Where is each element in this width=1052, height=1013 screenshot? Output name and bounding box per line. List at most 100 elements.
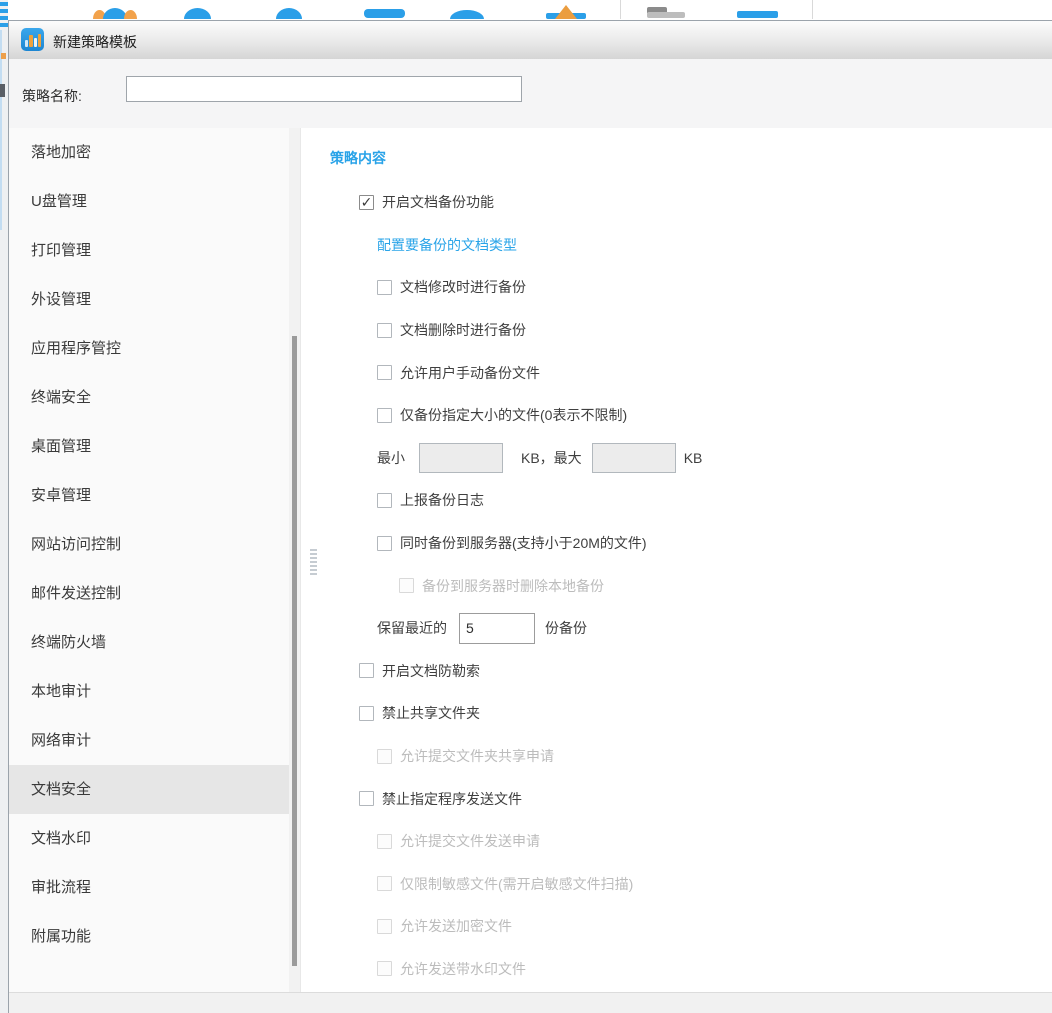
logo-stripes-icon [0, 9, 8, 13]
option-row-0: ✓开启文档备份功能 [301, 181, 1052, 224]
checkbox [399, 578, 414, 593]
checkbox-label: 文档修改时进行备份 [400, 277, 526, 297]
checkbox [377, 919, 392, 934]
sidebar-item-14[interactable]: 文档水印 [9, 814, 289, 863]
checkbox[interactable] [359, 791, 374, 806]
policy-options: ✓开启文档备份功能配置要备份的文档类型文档修改时进行备份文档删除时进行备份允许用… [301, 181, 1052, 990]
logo-stripes-icon [0, 2, 8, 6]
checkbox[interactable] [359, 663, 374, 678]
keep-recent-label: 保留最近的 [377, 618, 447, 638]
logo-stripes-icon [0, 23, 8, 27]
policy-name-input[interactable] [126, 76, 522, 102]
checkbox-label: 同时备份到服务器(支持小于20M的文件) [400, 533, 647, 553]
checkbox[interactable] [377, 323, 392, 338]
screen: 新建策略模板 策略名称: 落地加密U盘管理打印管理外设管理应用程序管控终端安全桌… [0, 0, 1052, 1013]
min-size-label: 最小 [377, 448, 405, 468]
option-row-17: 允许发送加密文件 [301, 905, 1052, 948]
checkbox-label: 禁止指定程序发送文件 [382, 789, 522, 809]
sidebar-scrollbar[interactable] [289, 128, 300, 993]
parent-window-edge [0, 0, 8, 1013]
sidebar-item-12[interactable]: 网络审计 [9, 716, 289, 765]
option-row-7: 上报备份日志 [301, 479, 1052, 522]
edge-fragment [0, 84, 5, 97]
logo-stripes-icon [0, 16, 8, 20]
sidebar-item-7[interactable]: 安卓管理 [9, 471, 289, 520]
checkbox[interactable] [359, 706, 374, 721]
checkbox-label: 开启文档防勒索 [382, 661, 480, 681]
option-row-9: 备份到服务器时删除本地备份 [301, 564, 1052, 607]
scrollbar-thumb[interactable] [292, 336, 297, 966]
checkbox [377, 876, 392, 891]
checkbox-label: 上报备份日志 [400, 490, 484, 510]
checkbox-label: 仅限制敏感文件(需开启敏感文件扫描) [400, 874, 633, 894]
sidebar-item-1[interactable]: U盘管理 [9, 177, 289, 226]
checkbox[interactable]: ✓ [359, 195, 374, 210]
option-row-16: 仅限制敏感文件(需开启敏感文件扫描) [301, 863, 1052, 906]
sidebar-item-10[interactable]: 终端防火墙 [9, 618, 289, 667]
sidebar-item-16[interactable]: 附属功能 [9, 912, 289, 961]
option-row-11: 开启文档防勒索 [301, 650, 1052, 693]
configure-backup-types-link[interactable]: 配置要备份的文档类型 [377, 235, 517, 255]
checkbox[interactable] [377, 536, 392, 551]
files-icon [647, 12, 685, 18]
sidebar-item-6[interactable]: 桌面管理 [9, 422, 289, 471]
dialog-footer [9, 992, 1052, 1013]
sidebar-item-5[interactable]: 终端安全 [9, 373, 289, 422]
option-row-6: 最小KB，最大KB [301, 437, 1052, 480]
checkbox [377, 834, 392, 849]
checkbox[interactable] [377, 493, 392, 508]
monitor-icon [364, 9, 405, 18]
option-row-5: 仅备份指定大小的文件(0表示不限制) [301, 394, 1052, 437]
option-row-15: 允许提交文件发送申请 [301, 820, 1052, 863]
section-heading: 策略内容 [301, 128, 1052, 171]
sidebar-item-8[interactable]: 网站访问控制 [9, 520, 289, 569]
dialog-body: 落地加密U盘管理打印管理外设管理应用程序管控终端安全桌面管理安卓管理网站访问控制… [9, 128, 1052, 993]
list-icon [737, 11, 778, 18]
checkbox-label: 允许用户手动备份文件 [400, 363, 540, 383]
option-row-2: 文档修改时进行备份 [301, 266, 1052, 309]
checkbox-label: 禁止共享文件夹 [382, 703, 480, 723]
splitter-grip[interactable] [310, 549, 317, 575]
option-row-3: 文档删除时进行备份 [301, 309, 1052, 352]
checkbox[interactable] [377, 408, 392, 423]
parent-toolbar [0, 0, 1052, 20]
bar-chart-icon [21, 28, 44, 51]
sidebar-item-3[interactable]: 外设管理 [9, 275, 289, 324]
sidebar-item-9[interactable]: 邮件发送控制 [9, 569, 289, 618]
edge-fragment [1, 53, 6, 59]
category-sidebar: 落地加密U盘管理打印管理外设管理应用程序管控终端安全桌面管理安卓管理网站访问控制… [9, 128, 289, 993]
sidebar-item-0[interactable]: 落地加密 [9, 128, 289, 177]
option-row-14: 禁止指定程序发送文件 [301, 777, 1052, 820]
checkbox-label: 允许提交文件发送申请 [400, 831, 540, 851]
checkbox [377, 961, 392, 976]
checkbox-label: 备份到服务器时删除本地备份 [422, 576, 604, 596]
clock-icon [276, 8, 302, 19]
dialog-title: 新建策略模板 [53, 32, 137, 52]
users-icon [124, 10, 137, 19]
policy-name-label: 策略名称: [22, 86, 82, 106]
checkbox-label: 允许发送带水印文件 [400, 959, 526, 979]
backups-unit-label: 份备份 [545, 618, 587, 638]
checkbox [377, 749, 392, 764]
dialog-titlebar[interactable]: 新建策略模板 [9, 21, 1052, 60]
sidebar-item-11[interactable]: 本地审计 [9, 667, 289, 716]
toolbar-divider [620, 0, 621, 19]
sidebar-item-15[interactable]: 审批流程 [9, 863, 289, 912]
checkbox[interactable] [377, 365, 392, 380]
policy-content-panel: 策略内容 ✓开启文档备份功能配置要备份的文档类型文档修改时进行备份文档删除时进行… [300, 128, 1052, 993]
checkbox-label: 允许提交文件夹共享申请 [400, 746, 554, 766]
sidebar-item-13[interactable]: 文档安全 [9, 765, 289, 814]
checkbox-label: 仅备份指定大小的文件(0表示不限制) [400, 405, 627, 425]
max-size-input [592, 443, 676, 473]
option-row-12: 禁止共享文件夹 [301, 692, 1052, 735]
new-policy-template-dialog: 新建策略模板 策略名称: 落地加密U盘管理打印管理外设管理应用程序管控终端安全桌… [8, 20, 1052, 1013]
sidebar-item-2[interactable]: 打印管理 [9, 226, 289, 275]
alert-icon [555, 5, 577, 19]
sidebar-item-4[interactable]: 应用程序管控 [9, 324, 289, 373]
globe-icon [184, 8, 211, 19]
kb-unit-label: KB [684, 450, 703, 466]
option-row-4: 允许用户手动备份文件 [301, 351, 1052, 394]
keep-count-input[interactable] [459, 613, 535, 644]
checkbox[interactable] [377, 280, 392, 295]
edge-divider [0, 30, 2, 230]
